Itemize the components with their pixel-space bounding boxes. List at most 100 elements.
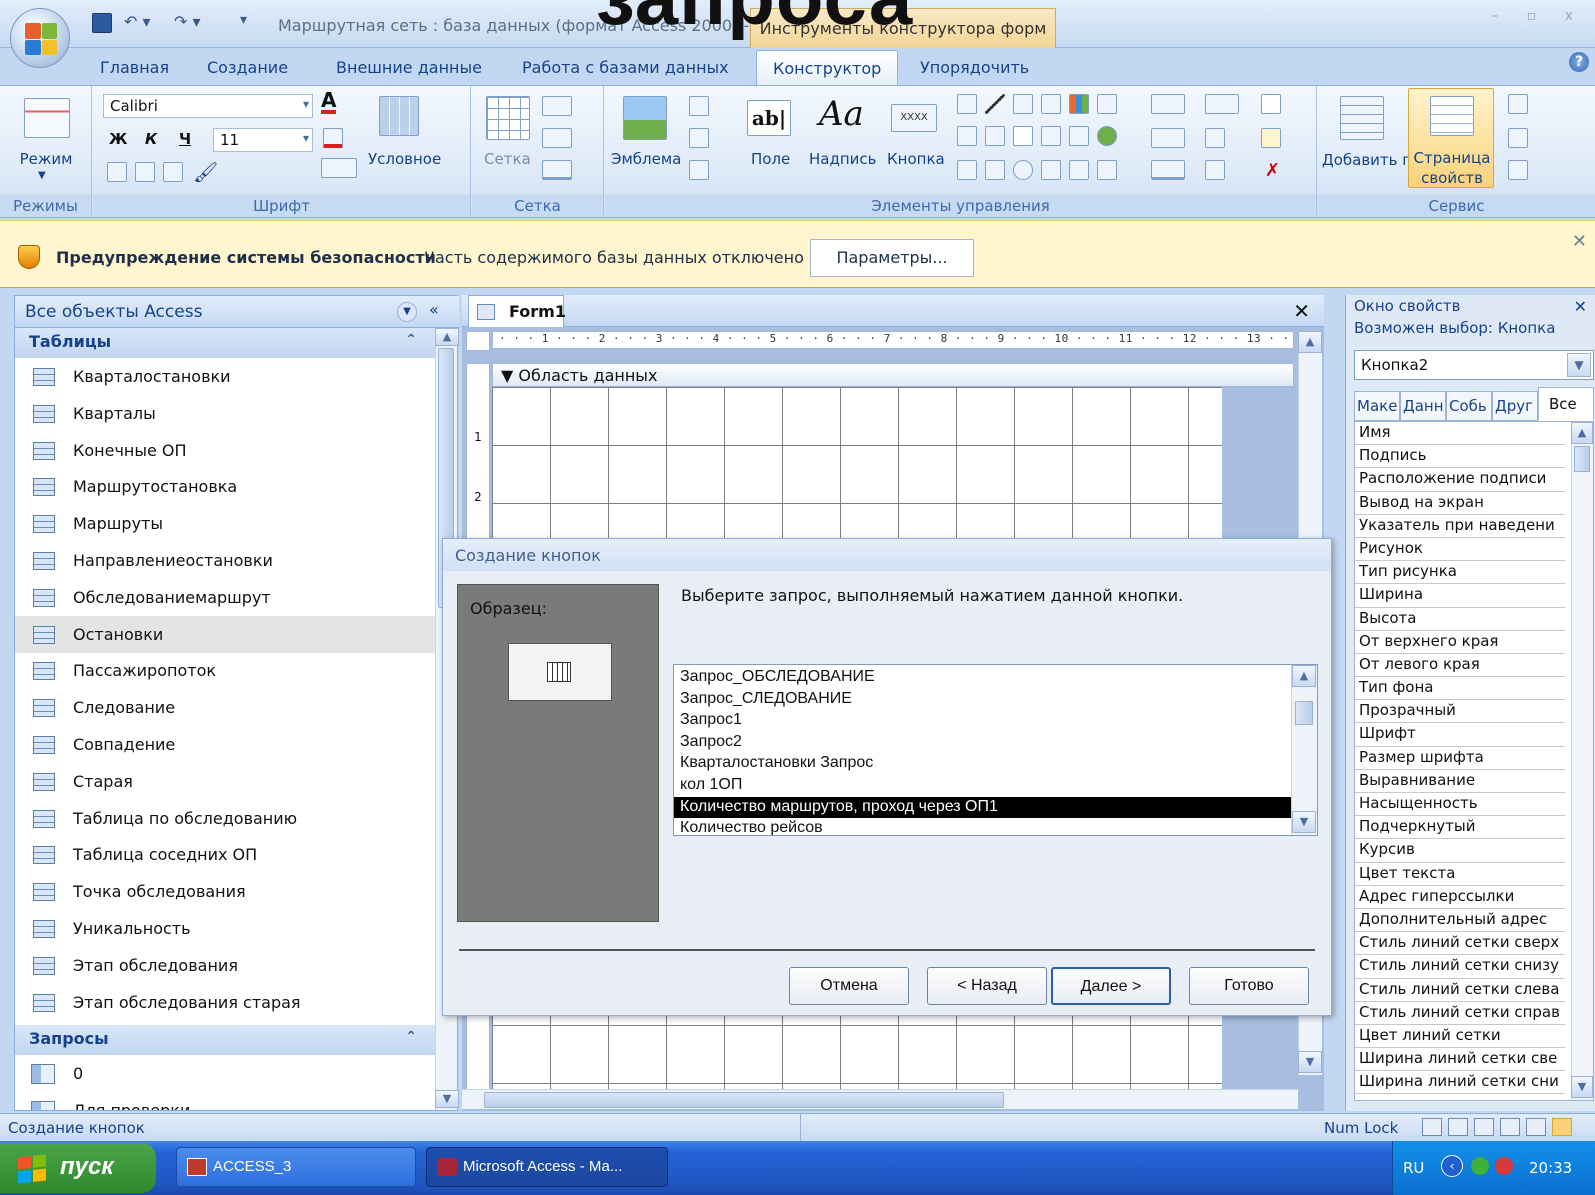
- scroll-down-icon[interactable]: ▼: [1298, 1051, 1322, 1073]
- emblem-button[interactable]: Эмблема: [611, 150, 681, 168]
- collapse-pane-icon[interactable]: «: [429, 300, 439, 319]
- query-scroll-thumb[interactable]: [1295, 701, 1313, 725]
- nav-query-item[interactable]: 0: [15, 1055, 435, 1092]
- property-row[interactable]: Стиль линий сетки справ: [1355, 1001, 1565, 1025]
- property-row[interactable]: Высота: [1355, 607, 1565, 631]
- line-width-icon[interactable]: [1151, 128, 1185, 148]
- nav-query-item[interactable]: Для проверки: [15, 1092, 435, 1110]
- property-row[interactable]: Рисунок: [1355, 537, 1565, 562]
- property-row[interactable]: Курсив: [1355, 839, 1565, 863]
- property-row[interactable]: Прозрачный: [1355, 700, 1565, 724]
- customize-qat-icon[interactable]: ▾: [240, 12, 247, 38]
- nav-table-item[interactable]: Уникальность: [15, 910, 435, 947]
- network-icon[interactable]: [1471, 1157, 1489, 1175]
- redo-icon[interactable]: ↷ ▾: [174, 12, 201, 38]
- line-color-icon[interactable]: [1151, 94, 1185, 114]
- design-view-icon[interactable]: [1552, 1118, 1572, 1136]
- close-icon[interactable]: ✕: [1572, 231, 1587, 252]
- property-scrollbar[interactable]: ▲ ▼: [1571, 422, 1593, 1100]
- check-box-icon[interactable]: [1013, 126, 1033, 146]
- font-name-combo[interactable]: Calibri: [103, 94, 313, 118]
- window-controls[interactable]: – ▫ x: [1491, 8, 1585, 24]
- nav-table-item[interactable]: Старая: [15, 763, 435, 800]
- line-icon[interactable]: [985, 94, 1005, 114]
- property-scroll-thumb[interactable]: [1574, 446, 1590, 472]
- unbound-frame-icon[interactable]: [1041, 126, 1061, 146]
- attachment-icon[interactable]: [1097, 160, 1117, 180]
- close-icon[interactable]: ✕: [1574, 297, 1587, 316]
- property-row[interactable]: Тип рисунка: [1355, 561, 1565, 585]
- security-tray-icon[interactable]: [1495, 1157, 1513, 1175]
- query-list-item[interactable]: кол 1ОП: [674, 775, 1317, 797]
- nav-menu-dropdown-icon[interactable]: ▼: [397, 302, 417, 322]
- scroll-up-icon[interactable]: ▲: [435, 328, 459, 346]
- tab-design[interactable]: Конструктор: [756, 50, 899, 86]
- h-scroll-thumb[interactable]: [484, 1092, 1004, 1108]
- property-row[interactable]: Цвет текста: [1355, 862, 1565, 886]
- nav-pane-header[interactable]: Все объекты Access ▼ «: [15, 296, 459, 328]
- options-button[interactable]: Параметры...: [810, 239, 974, 277]
- grid-width-icon[interactable]: [542, 128, 572, 148]
- nav-table-item[interactable]: Таблица по обследованию: [15, 800, 435, 837]
- tab-database-tools[interactable]: Работа с базами данных: [522, 58, 729, 77]
- conditional-format-button[interactable]: Условное: [368, 150, 441, 168]
- next-button[interactable]: Далее >: [1051, 967, 1171, 1005]
- property-row[interactable]: Размер шрифта: [1355, 746, 1565, 770]
- scroll-up-icon[interactable]: ▲: [1298, 331, 1322, 353]
- align-center-icon[interactable]: [135, 162, 155, 182]
- align-right-icon[interactable]: [163, 162, 183, 182]
- wizard-icon[interactable]: [1261, 128, 1281, 148]
- query-list-item[interactable]: Количество маршрутов, проход через ОП1: [674, 796, 1317, 819]
- property-row[interactable]: Ширина: [1355, 584, 1565, 608]
- help-icon[interactable]: ?: [1569, 52, 1589, 72]
- chevron-left-icon[interactable]: ‹: [1441, 1155, 1463, 1177]
- property-row[interactable]: Вывод на экран: [1355, 491, 1565, 515]
- grid-style-icon[interactable]: [542, 96, 572, 116]
- property-row[interactable]: Тип фона: [1355, 677, 1565, 701]
- bold-button[interactable]: Ж: [109, 130, 127, 148]
- detail-section-header[interactable]: ▼ Область данных: [492, 363, 1294, 387]
- nav-table-item[interactable]: Точка обследования: [15, 873, 435, 910]
- form-selector[interactable]: [466, 331, 490, 351]
- cancel-button[interactable]: Отмена: [789, 967, 909, 1005]
- nav-table-item[interactable]: Направлениеостановки: [15, 542, 435, 579]
- nav-table-item[interactable]: Конечные ОП: [15, 432, 435, 469]
- query-list-item[interactable]: Кварталостановки Запрос: [674, 753, 1317, 775]
- format-painter-icon[interactable]: 🖌: [193, 160, 218, 184]
- tab-all[interactable]: Все: [1538, 387, 1594, 421]
- text-box-icon[interactable]: ab|: [747, 100, 791, 136]
- property-row[interactable]: Ширина линий сетки сни: [1355, 1071, 1565, 1095]
- insert-picture-icon[interactable]: [1069, 160, 1089, 180]
- nav-group-queries[interactable]: Запросы ⌃: [15, 1025, 435, 1055]
- button-control-button[interactable]: Кнопка: [887, 150, 945, 168]
- property-row[interactable]: Расположение подписи: [1355, 468, 1565, 492]
- close-icon[interactable]: ✕: [1293, 299, 1310, 323]
- form-view-icon[interactable]: [1422, 1118, 1442, 1136]
- line-style-icon[interactable]: [1205, 94, 1239, 114]
- tab-home[interactable]: Главная: [100, 58, 169, 77]
- tab-event[interactable]: Собь: [1446, 391, 1492, 421]
- field-button[interactable]: Поле: [751, 150, 790, 168]
- property-sheet-button[interactable]: Страница свойств: [1410, 148, 1494, 188]
- property-row[interactable]: Подпись: [1355, 445, 1565, 469]
- datasheet-view-icon[interactable]: [1448, 1118, 1468, 1136]
- scroll-down-icon[interactable]: ▼: [1571, 1076, 1593, 1098]
- nav-table-item[interactable]: Этап обследования: [15, 947, 435, 984]
- undo-icon[interactable]: ↶ ▾: [124, 12, 151, 38]
- combo-box-icon[interactable]: [957, 126, 977, 146]
- property-row[interactable]: Ширина линий сетки све: [1355, 1048, 1565, 1072]
- object-selector-combo[interactable]: Кнопка2 ▼: [1354, 350, 1594, 380]
- query-list-item[interactable]: Запрос2: [674, 732, 1317, 754]
- label-button[interactable]: Надпись: [809, 150, 877, 168]
- nav-table-item[interactable]: Остановки: [15, 615, 435, 653]
- query-list-item[interactable]: Количество рейсов: [674, 818, 1317, 835]
- page-break-icon[interactable]: [1041, 94, 1061, 114]
- nav-table-item[interactable]: Маршруты: [15, 505, 435, 542]
- scroll-up-icon[interactable]: ▲: [1292, 665, 1316, 687]
- button-control-icon[interactable]: XXXX: [891, 104, 937, 132]
- language-indicator[interactable]: RU: [1403, 1159, 1424, 1177]
- nav-table-item[interactable]: Таблица соседних ОП: [15, 836, 435, 873]
- form1-tab[interactable]: Form1: [468, 295, 566, 327]
- back-button[interactable]: < Назад: [927, 967, 1047, 1005]
- page-number-icon[interactable]: [689, 128, 709, 148]
